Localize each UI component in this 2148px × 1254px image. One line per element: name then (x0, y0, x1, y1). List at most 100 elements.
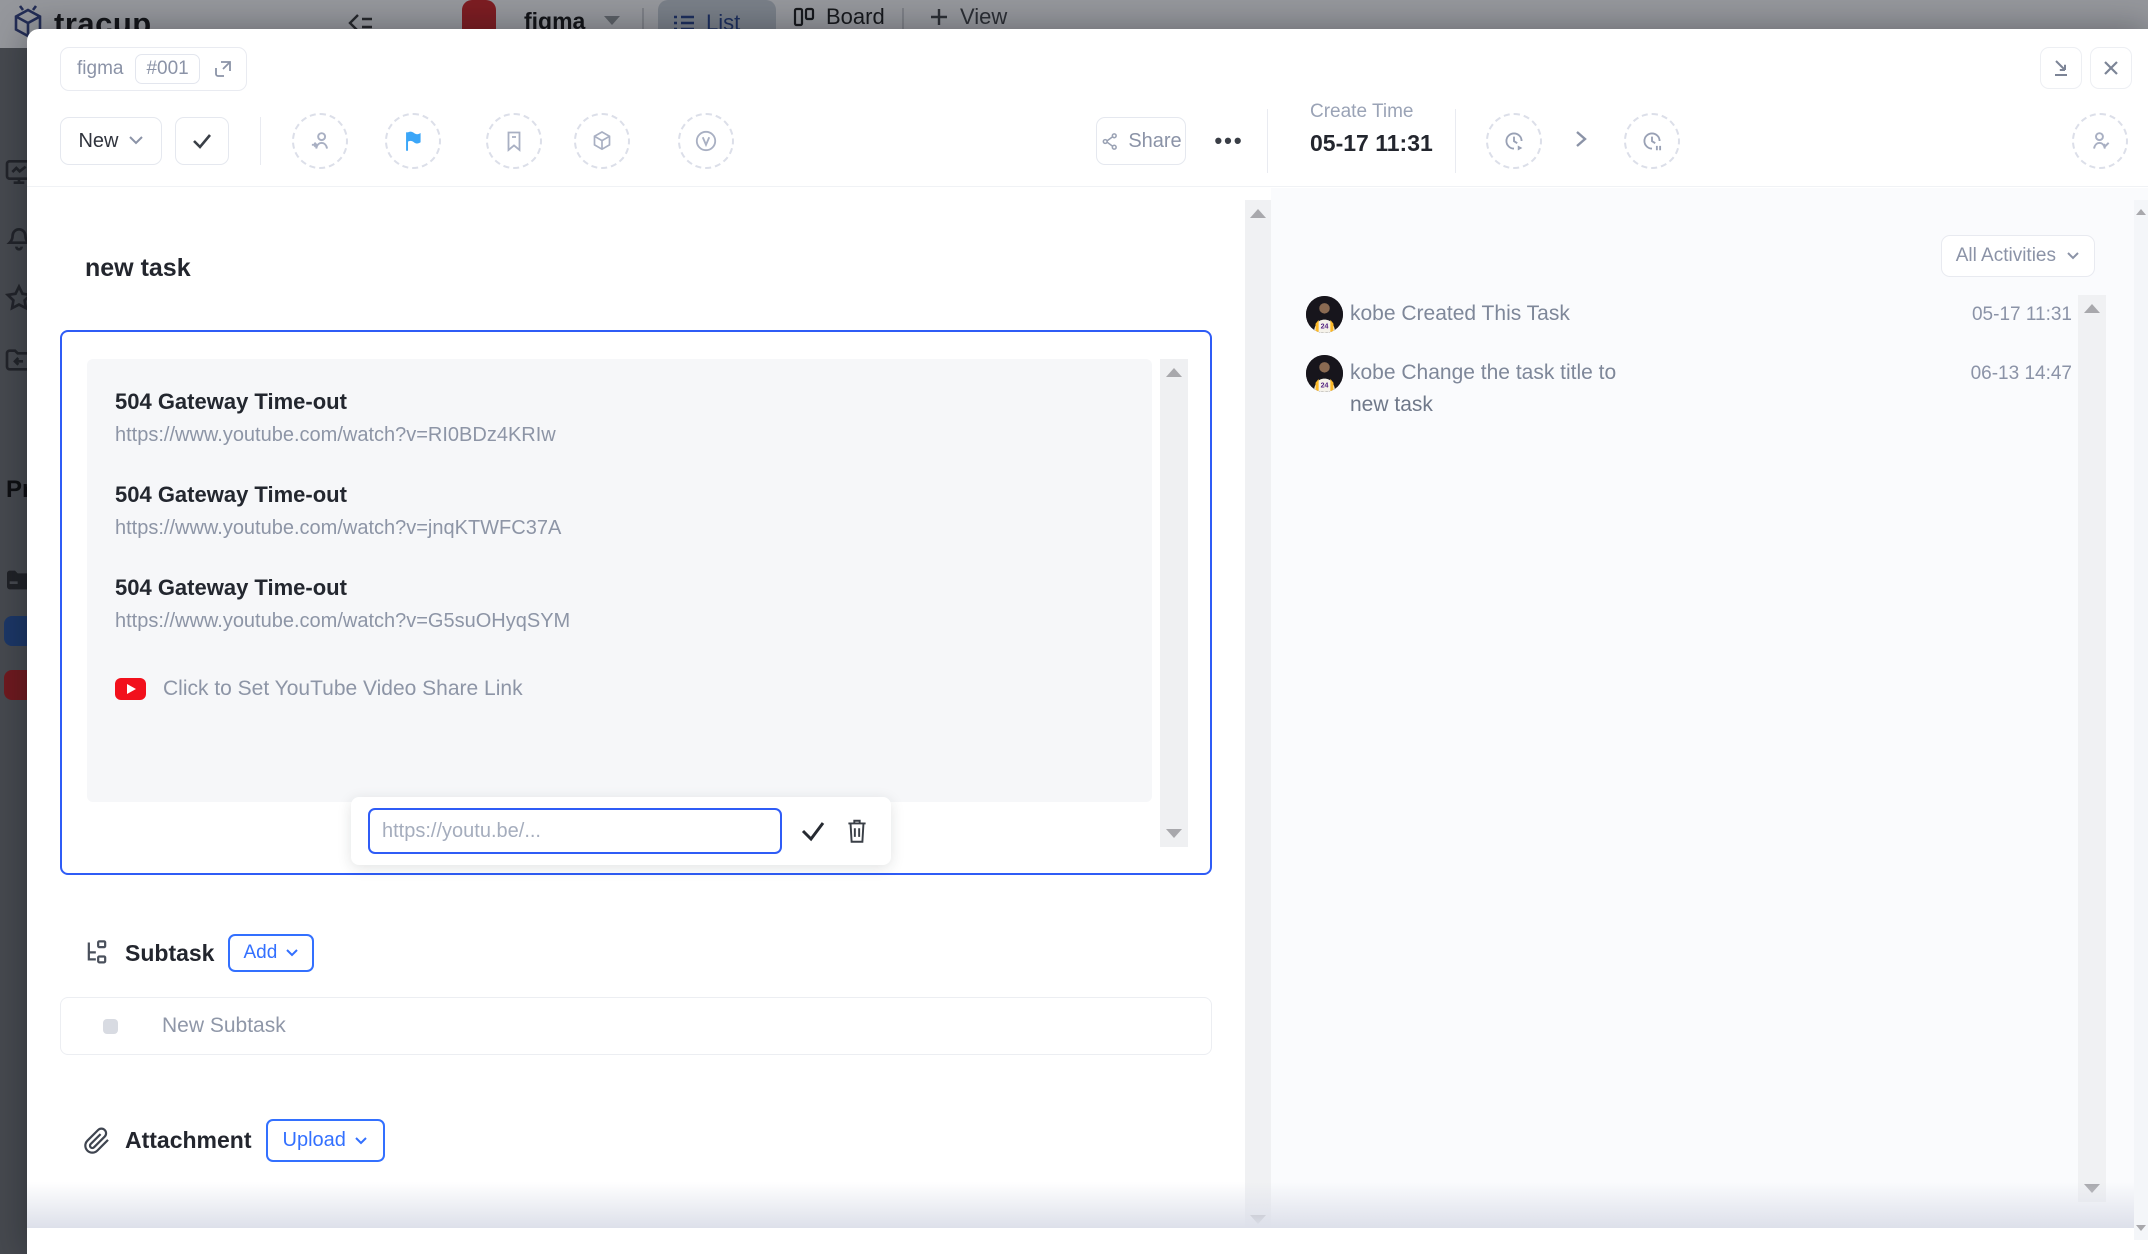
scroll-up-arrow[interactable] (1166, 368, 1182, 377)
link-url: https://www.youtube.com/watch?v=G5suOHyq… (115, 610, 1152, 633)
set-youtube-link-button[interactable]: Click to Set YouTube Video Share Link (115, 677, 1152, 701)
youtube-links-block: 504 Gateway Time-out https://www.youtube… (87, 359, 1152, 802)
scroll-down-arrow[interactable] (1166, 829, 1182, 838)
due-time-button[interactable] (1624, 113, 1680, 169)
link-url: https://www.youtube.com/watch?v=jnqKTWFC… (115, 517, 1152, 540)
activity-user: kobe (1350, 302, 1396, 325)
minimize-button[interactable] (2040, 47, 2082, 89)
upload-button[interactable]: Upload (266, 1119, 385, 1162)
close-icon (2101, 58, 2121, 78)
task-toolbar: New (27, 95, 2148, 187)
time-range-arrow-icon (1572, 127, 1590, 156)
task-detail-modal: figma #001 New (27, 29, 2148, 1254)
description-scrollbar[interactable] (1160, 359, 1188, 847)
assignee-person-icon (307, 128, 333, 154)
confirm-check-icon (799, 819, 827, 843)
link-title: 504 Gateway Time-out (115, 482, 1152, 508)
priority-button[interactable] (385, 113, 441, 169)
dependency-button[interactable] (574, 113, 630, 169)
assignee-button[interactable] (292, 113, 348, 169)
priority-flag-icon (400, 128, 426, 154)
trash-icon (844, 817, 870, 845)
cube-icon (590, 129, 614, 153)
tag-button[interactable] (486, 113, 542, 169)
chevron-down-icon (128, 135, 144, 147)
due-time-clock-icon (1639, 128, 1665, 154)
more-actions-button[interactable]: ••• (1203, 117, 1255, 165)
minimize-icon (2051, 58, 2071, 78)
activity-time: 06-13 14:47 (1971, 363, 2072, 385)
link-url: https://www.youtube.com/watch?v=RI0BDz4K… (115, 424, 1152, 447)
tab-view-label: View (960, 4, 1007, 30)
subtask-title: Subtask (125, 940, 214, 967)
activity-user: kobe (1350, 361, 1396, 384)
attachment-title: Attachment (125, 1127, 252, 1154)
scroll-down-arrow[interactable] (2084, 1184, 2100, 1193)
subtask-section-header: Subtask Add (83, 934, 314, 972)
link-title: 504 Gateway Time-out (115, 575, 1152, 601)
chevron-down-icon (285, 948, 299, 958)
link-title: 504 Gateway Time-out (115, 389, 1152, 415)
add-subtask-button[interactable]: Add (228, 934, 314, 972)
status-new-button[interactable]: New (60, 117, 162, 165)
breadcrumb-project[interactable]: figma (77, 58, 123, 80)
breadcrumb: figma #001 (60, 47, 247, 91)
chevron-down-icon (354, 1136, 368, 1146)
toolbar-divider (1455, 109, 1456, 173)
scroll-up-arrow[interactable] (1250, 209, 1266, 218)
share-icon (1100, 132, 1119, 151)
create-time-block: Create Time 05-17 11:31 (1310, 101, 1433, 157)
start-time-clock-icon (1501, 128, 1527, 154)
subtask-tree-icon (83, 939, 111, 967)
bottom-strip (27, 1228, 2148, 1254)
watcher-button[interactable] (2072, 113, 2128, 169)
description-editor: 504 Gateway Time-out https://www.youtube… (60, 330, 1212, 875)
youtube-link-input[interactable] (368, 808, 782, 854)
youtube-link-entry[interactable]: 504 Gateway Time-out https://www.youtube… (115, 575, 1152, 633)
screen: tracup figma List Board View (0, 0, 2148, 1254)
youtube-link-entry[interactable]: 504 Gateway Time-out https://www.youtube… (115, 482, 1152, 540)
activity-filter-dropdown[interactable]: All Activities (1941, 235, 2095, 277)
close-button[interactable] (2090, 47, 2132, 89)
scroll-down-arrow[interactable] (1250, 1215, 1266, 1224)
version-circle-icon (693, 128, 719, 154)
chevron-down-icon (2066, 251, 2080, 261)
toolbar-divider (260, 117, 261, 165)
task-id-badge[interactable]: #001 (135, 54, 199, 84)
confirm-link-button[interactable] (799, 819, 827, 843)
tab-add-view[interactable]: View (928, 4, 1007, 30)
youtube-link-entry[interactable]: 504 Gateway Time-out https://www.youtube… (115, 389, 1152, 447)
activity-time: 05-17 11:31 (1972, 304, 2072, 326)
subtask-checkbox[interactable] (103, 1019, 118, 1034)
tab-board-label: Board (826, 4, 885, 30)
project-caret-icon[interactable] (604, 16, 620, 25)
activity-filter-label: All Activities (1956, 245, 2056, 267)
version-button[interactable] (678, 113, 734, 169)
complete-task-button[interactable] (175, 117, 229, 165)
share-label: Share (1128, 130, 1181, 153)
status-label: New (78, 130, 118, 153)
svg-text:24: 24 (1321, 381, 1329, 389)
board-icon (792, 5, 816, 29)
start-time-button[interactable] (1486, 113, 1542, 169)
delete-link-button[interactable] (844, 817, 870, 845)
activity-scrollbar[interactable] (2078, 295, 2106, 1202)
task-title[interactable]: new task (85, 254, 191, 283)
check-icon (191, 132, 213, 150)
add-subtask-label: Add (243, 942, 277, 964)
activity-action: Created This Task (1401, 302, 1569, 325)
upload-label: Upload (283, 1129, 346, 1152)
scroll-up-arrow[interactable] (2136, 209, 2146, 215)
open-fullscreen-icon[interactable] (212, 58, 234, 80)
new-subtask-row[interactable]: New Subtask (60, 997, 1212, 1055)
bookmark-tag-icon (502, 129, 526, 153)
new-subtask-placeholder: New Subtask (162, 1014, 286, 1038)
share-button[interactable]: Share (1096, 117, 1186, 165)
scroll-up-arrow[interactable] (2084, 304, 2100, 313)
modal-scrollbar[interactable] (1245, 200, 1271, 1233)
tab-board[interactable]: Board (792, 4, 885, 30)
activity-entry-text: kobe Created This Task (1350, 302, 1570, 326)
page-scrollbar[interactable] (2134, 200, 2148, 1240)
scroll-down-arrow[interactable] (2136, 1225, 2146, 1231)
avatar: 24 (1306, 296, 1343, 333)
